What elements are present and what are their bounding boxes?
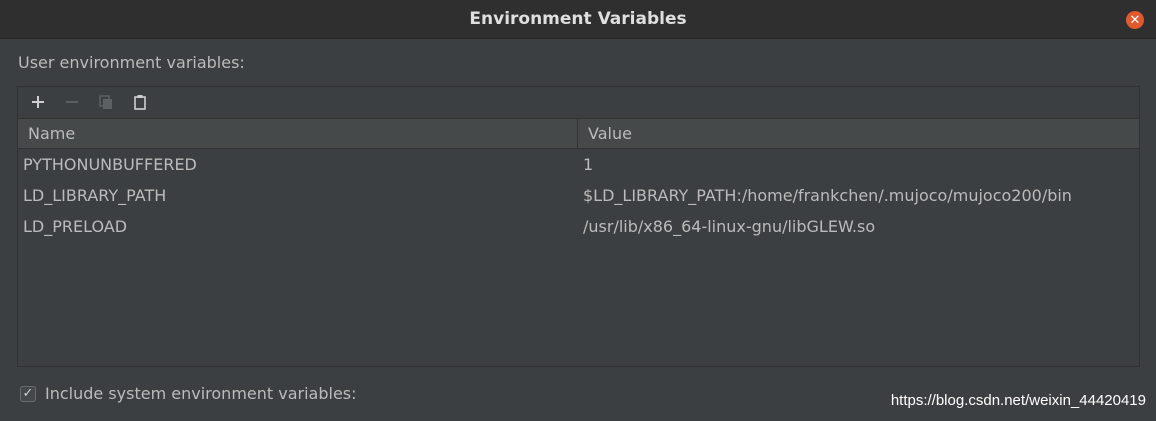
- column-header-value[interactable]: Value: [578, 119, 1139, 148]
- table-row[interactable]: LD_PRELOAD /usr/lib/x86_64-linux-gnu/lib…: [18, 211, 1139, 242]
- include-system-vars-checkbox[interactable]: ✓: [20, 385, 36, 402]
- window-title: Environment Variables: [469, 9, 687, 29]
- env-var-name[interactable]: LD_PRELOAD: [18, 211, 578, 242]
- env-vars-toolbar: [18, 87, 1139, 117]
- env-vars-table: Name Value PYTHONUNBUFFERED 1 LD_LIBRARY…: [18, 118, 1139, 366]
- column-header-name[interactable]: Name: [18, 119, 578, 148]
- env-var-value[interactable]: 1: [578, 149, 1139, 180]
- env-var-value[interactable]: /usr/lib/x86_64-linux-gnu/libGLEW.so: [578, 211, 1139, 242]
- user-env-vars-label: User environment variables:: [18, 53, 245, 72]
- env-var-name[interactable]: PYTHONUNBUFFERED: [18, 149, 578, 180]
- table-row[interactable]: LD_LIBRARY_PATH $LD_LIBRARY_PATH:/home/f…: [18, 180, 1139, 211]
- table-header: Name Value: [18, 118, 1139, 149]
- title-bar: Environment Variables ✕: [0, 0, 1156, 39]
- remove-icon[interactable]: [60, 90, 84, 114]
- env-var-value[interactable]: $LD_LIBRARY_PATH:/home/frankchen/.mujoco…: [578, 180, 1139, 211]
- add-icon[interactable]: [26, 90, 50, 114]
- watermark-text: https://blog.csdn.net/weixin_44420419: [890, 392, 1146, 409]
- env-var-name[interactable]: LD_LIBRARY_PATH: [18, 180, 578, 211]
- include-system-vars-label[interactable]: Include system environment variables:: [45, 384, 357, 403]
- copy-icon[interactable]: [94, 90, 118, 114]
- close-icon[interactable]: ✕: [1126, 11, 1144, 29]
- paste-icon[interactable]: [128, 90, 152, 114]
- include-system-vars-option[interactable]: ✓ Include system environment variables:: [20, 384, 357, 403]
- table-row[interactable]: PYTHONUNBUFFERED 1: [18, 149, 1139, 180]
- env-vars-panel: Name Value PYTHONUNBUFFERED 1 LD_LIBRARY…: [17, 86, 1140, 367]
